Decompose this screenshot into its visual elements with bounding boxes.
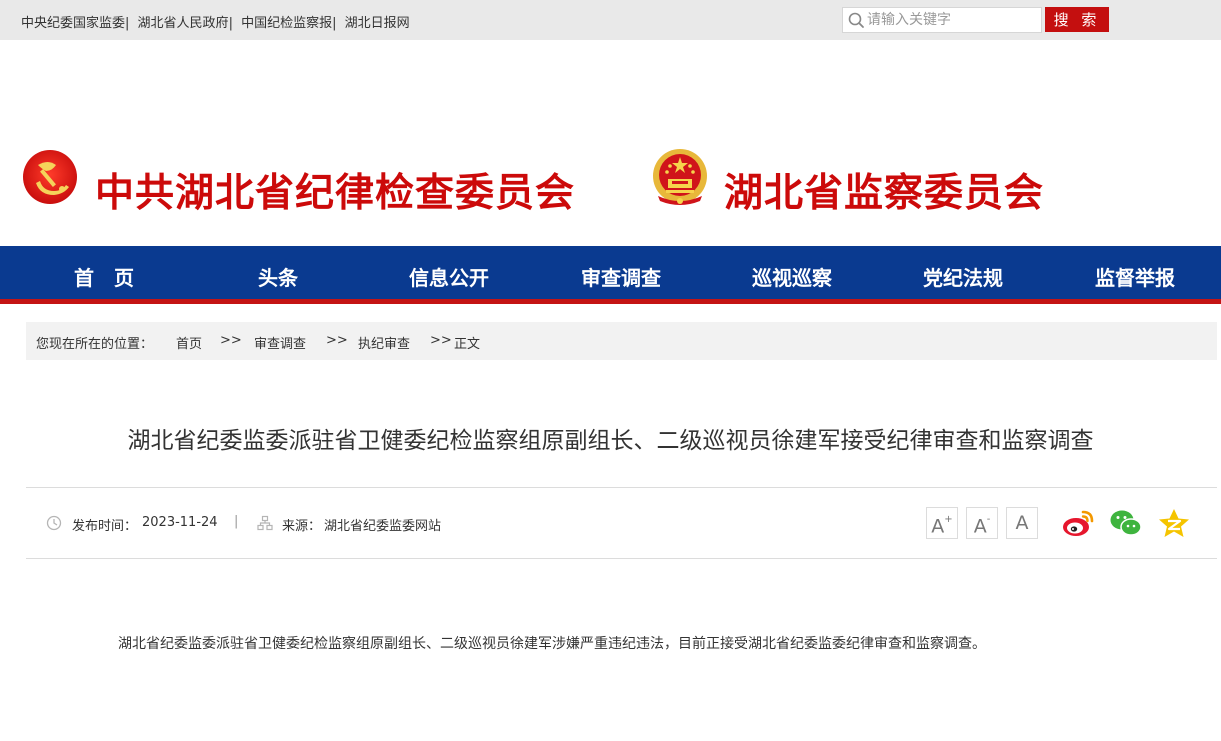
- font-large-glyph: A: [931, 515, 945, 538]
- wechat-icon[interactable]: [1109, 508, 1143, 538]
- breadcrumb-sep: >>: [220, 333, 242, 348]
- main-nav: 首 页 头条 信息公开 审查调查 巡视巡察 党纪法规 监督举报: [0, 246, 1221, 299]
- font-size-small-button[interactable]: A: [1006, 507, 1038, 539]
- header-banner: 中共湖北省纪律检查委员会 湖北省监察委员会: [0, 40, 1221, 246]
- breadcrumb-sep: >>: [326, 333, 348, 348]
- search-box: [842, 7, 1042, 33]
- separator: |: [234, 514, 239, 529]
- font-size-large-button[interactable]: A+: [926, 507, 958, 539]
- font-small-glyph: A: [1015, 512, 1029, 534]
- plus-icon: +: [944, 514, 953, 525]
- toplink-jjjcb[interactable]: 中国纪检监察报: [241, 16, 332, 31]
- qzone-icon[interactable]: [1157, 508, 1191, 538]
- article-body: 湖北省纪委监委派驻省卫健委纪检监察组原副组长、二级巡视员徐建军涉嫌严重违纪违法，…: [118, 636, 986, 652]
- breadcrumb-item-current: 正文: [454, 337, 481, 352]
- separator: |: [332, 16, 337, 31]
- breadcrumb-item-home[interactable]: 首页: [176, 333, 202, 352]
- nav-item-investigation[interactable]: 审查调查: [581, 262, 661, 291]
- article-title: 湖北省纪委监委派驻省卫健委纪检监察组原副组长、二级巡视员徐建军接受纪律审查和监察…: [127, 428, 1094, 454]
- search-button[interactable]: 搜 索: [1045, 7, 1109, 32]
- weibo-icon[interactable]: [1061, 508, 1095, 538]
- font-size-medium-button[interactable]: A-: [966, 507, 998, 539]
- source-icon: [257, 515, 273, 531]
- publish-date: 2023-11-24: [142, 515, 218, 530]
- nav-divider: [0, 299, 1221, 304]
- font-medium-glyph: A: [973, 515, 987, 538]
- publish-label: 发布时间：: [72, 519, 138, 534]
- clock-icon: [46, 515, 62, 531]
- separator: |: [125, 16, 130, 31]
- nav-item-info-disclosure[interactable]: 信息公开: [409, 262, 489, 291]
- divider: [26, 487, 1217, 488]
- nav-item-home[interactable]: 首 页: [74, 262, 134, 291]
- toplink-ccdi[interactable]: 中央纪委国家监委: [21, 16, 125, 31]
- source-label: 来源：: [282, 519, 322, 534]
- search-icon: [848, 12, 864, 28]
- breadcrumb-sep: >>: [430, 333, 452, 348]
- divider: [26, 558, 1217, 559]
- breadcrumb-item-discipline[interactable]: 执纪审查: [358, 333, 410, 352]
- toplink-hubei-gov[interactable]: 湖北省人民政府: [138, 16, 229, 31]
- nav-item-regulations[interactable]: 党纪法规: [923, 262, 1003, 291]
- nav-item-report[interactable]: 监督举报: [1095, 262, 1175, 291]
- nav-item-headlines[interactable]: 头条: [258, 262, 298, 291]
- breadcrumb: 您现在所在的位置： 首页 >> 审查调查 >> 执纪审查 >> 正文: [26, 322, 1217, 360]
- minus-icon: -: [986, 514, 991, 525]
- breadcrumb-label: 您现在所在的位置：: [36, 337, 154, 352]
- nav-item-inspection[interactable]: 巡视巡察: [752, 262, 832, 291]
- source-name: 湖北省纪委监委网站: [324, 519, 442, 534]
- party-emblem-icon: [23, 150, 77, 204]
- top-links: 中央纪委国家监委| 湖北省人民政府| 中国纪检监察报| 湖北日报网: [21, 12, 410, 31]
- breadcrumb-item-investigation[interactable]: 审查调查: [254, 333, 306, 352]
- separator: |: [228, 16, 233, 31]
- org-name-ccdi-hubei: 中共湖北省纪律检查委员会: [95, 171, 576, 216]
- toplink-hubei-daily[interactable]: 湖北日报网: [345, 16, 410, 31]
- search-input[interactable]: [867, 10, 1037, 30]
- top-bar: 中央纪委国家监委| 湖北省人民政府| 中国纪检监察报| 湖北日报网 搜 索: [0, 0, 1221, 40]
- org-name-supervision-hubei: 湖北省监察委员会: [724, 171, 1045, 216]
- state-emblem-icon: [653, 149, 707, 205]
